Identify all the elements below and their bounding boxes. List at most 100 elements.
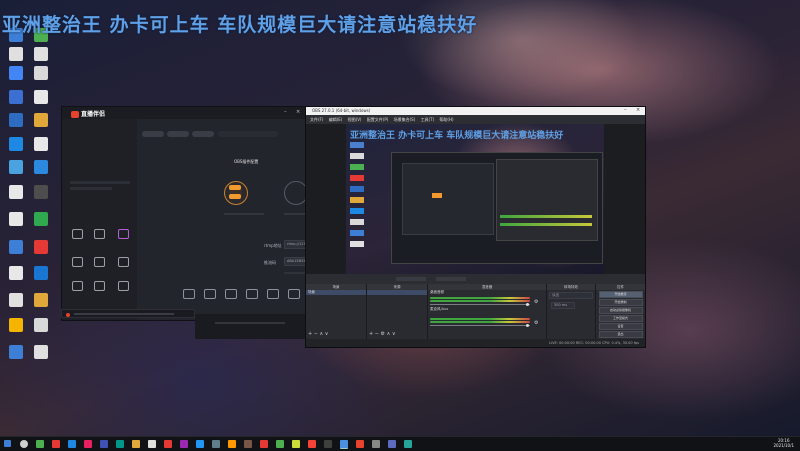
duration-field[interactable]: 300 ms: [551, 302, 575, 309]
menu-tools[interactable]: 工具(T): [421, 117, 435, 122]
start-recording-button[interactable]: 开始录制: [598, 299, 643, 306]
desktop-icon[interactable]: [3, 66, 29, 81]
mic-gear-icon[interactable]: ⚙: [534, 320, 538, 326]
desktop-icon[interactable]: [3, 47, 29, 62]
tab-chip-3[interactable]: [192, 131, 214, 137]
tool-icon-4[interactable]: [246, 289, 258, 299]
desktop-icon[interactable]: [28, 137, 54, 152]
menu-file[interactable]: 文件(F): [310, 117, 323, 122]
desktop-audio-knob[interactable]: [526, 303, 529, 306]
tab-chip-4[interactable]: [218, 131, 278, 137]
desktop-icon[interactable]: [3, 137, 29, 152]
obs-titlebar[interactable]: OBS 27.0.1 (64-bit, windows): [306, 107, 645, 115]
taskbar-app-5-icon[interactable]: [100, 440, 108, 448]
menu-scene-collection[interactable]: 场景集合(S): [394, 117, 416, 122]
taskbar-app-9-icon[interactable]: [164, 440, 172, 448]
taskbar-app-3-icon[interactable]: [68, 440, 76, 448]
taskbar-app-wechat-icon[interactable]: [36, 440, 44, 448]
desktop-icon[interactable]: [3, 345, 29, 360]
nav-item-7[interactable]: [66, 281, 88, 292]
desktop-icon[interactable]: [28, 160, 54, 175]
nav-item-2[interactable]: [88, 229, 110, 240]
transition-select[interactable]: 淡出: [549, 292, 593, 299]
desktop-icon[interactable]: [28, 345, 54, 360]
nav-item-1[interactable]: [66, 229, 88, 240]
nav-item-9[interactable]: [112, 281, 134, 292]
taskbar-app-16-icon[interactable]: [276, 440, 284, 448]
scene-item[interactable]: 场景: [306, 290, 366, 295]
tool-icon-1[interactable]: [183, 289, 195, 299]
desktop-icon[interactable]: [28, 240, 54, 255]
taskbar-app-15-icon[interactable]: [260, 440, 268, 448]
desktop-icon[interactable]: [28, 113, 54, 128]
taskbar-app-19-icon[interactable]: [324, 440, 332, 448]
desktop-icon[interactable]: [3, 240, 29, 255]
taskbar-app-10-icon[interactable]: [180, 440, 188, 448]
nav-item-5[interactable]: [88, 257, 110, 268]
desktop-icon[interactable]: [3, 266, 29, 281]
desktop-icon[interactable]: [3, 212, 29, 227]
start-streaming-button[interactable]: 开始推流: [598, 291, 643, 298]
desktop-audio-gear-icon[interactable]: ⚙: [534, 299, 538, 305]
mic-slider[interactable]: [430, 325, 530, 326]
taskbar-app-24-icon[interactable]: [404, 440, 412, 448]
obs-window[interactable]: OBS 27.0.1 (64-bit, windows) – × 文件(F) 编…: [305, 106, 646, 348]
menu-view[interactable]: 视图(V): [348, 117, 362, 122]
taskbar-app-11-icon[interactable]: [196, 440, 204, 448]
nav-item-4[interactable]: [66, 257, 88, 268]
taskbar-app-22-icon[interactable]: [372, 440, 380, 448]
obs-minimize-icon[interactable]: –: [624, 107, 627, 113]
desktop-icon[interactable]: [28, 212, 54, 227]
exit-button[interactable]: 退出: [598, 331, 643, 338]
source-item-2[interactable]: [367, 295, 427, 300]
obs-preview[interactable]: 亚洲整治王 办卡可上车 车队规模巨大请注意站稳扶好: [346, 124, 604, 274]
tab-chip-2[interactable]: [167, 131, 189, 137]
desktop-icon[interactable]: [28, 318, 54, 333]
desktop-audio-slider[interactable]: [430, 304, 530, 305]
menu-profile[interactable]: 配置文件(P): [367, 117, 389, 122]
taskbar-clock[interactable]: 20:16 2021/10/1: [773, 438, 794, 448]
nav-item-3[interactable]: [112, 229, 134, 240]
taskbar-app-obs-icon[interactable]: [340, 440, 348, 449]
taskbar-app-6-icon[interactable]: [116, 440, 124, 448]
tool-icon-3[interactable]: [225, 289, 237, 299]
taskbar-app-2-icon[interactable]: [52, 440, 60, 448]
taskbar-app-7-icon[interactable]: [132, 440, 140, 448]
minimize-icon[interactable]: –: [284, 109, 287, 115]
menu-edit[interactable]: 编辑(E): [329, 117, 343, 122]
desktop-icon[interactable]: [3, 160, 29, 175]
desktop-icon[interactable]: [3, 185, 29, 200]
studio-mode-button[interactable]: 工作室模式: [598, 315, 643, 322]
virtual-camera-button[interactable]: 启动虚拟摄像机: [598, 307, 643, 314]
desktop-icon[interactable]: [28, 293, 54, 308]
desktop-icon[interactable]: [3, 90, 29, 105]
mic-knob[interactable]: [526, 324, 529, 327]
tool-icon-2[interactable]: [204, 289, 216, 299]
start-windows-icon[interactable]: [4, 440, 11, 447]
taskbar-app-13-icon[interactable]: [228, 440, 236, 448]
taskbar-app-14-icon[interactable]: [244, 440, 252, 448]
desktop-icon[interactable]: [3, 293, 29, 308]
desktop-icon[interactable]: [28, 266, 54, 281]
close-icon[interactable]: ×: [296, 109, 300, 115]
tool-icon-5[interactable]: [267, 289, 279, 299]
tab-chip-1[interactable]: [142, 131, 164, 137]
taskbar-app-4-icon[interactable]: [84, 440, 92, 448]
scene-controls[interactable]: + − ∧ ∨: [308, 331, 328, 337]
nav-item-6[interactable]: [112, 257, 134, 268]
taskbar-app-live-icon[interactable]: [356, 440, 364, 448]
nav-item-8[interactable]: [88, 281, 110, 292]
settings-button[interactable]: 设置: [598, 323, 643, 330]
taskbar-app-23-icon[interactable]: [388, 440, 396, 448]
desktop-icon[interactable]: [3, 318, 29, 333]
desktop-icon[interactable]: [3, 113, 29, 128]
taskbar-app-8-icon[interactable]: [148, 440, 156, 448]
tool-icon-6[interactable]: [288, 289, 300, 299]
taskbar-app-18-icon[interactable]: [308, 440, 316, 448]
desktop-icon[interactable]: [28, 90, 54, 105]
menu-help[interactable]: 帮助(H): [439, 117, 453, 122]
taskbar-app-12-icon[interactable]: [212, 440, 220, 448]
live-titlebar[interactable]: 直播伴侣 – ×: [62, 107, 307, 119]
desktop-icon[interactable]: [28, 47, 54, 62]
desktop-icon[interactable]: [28, 185, 54, 200]
